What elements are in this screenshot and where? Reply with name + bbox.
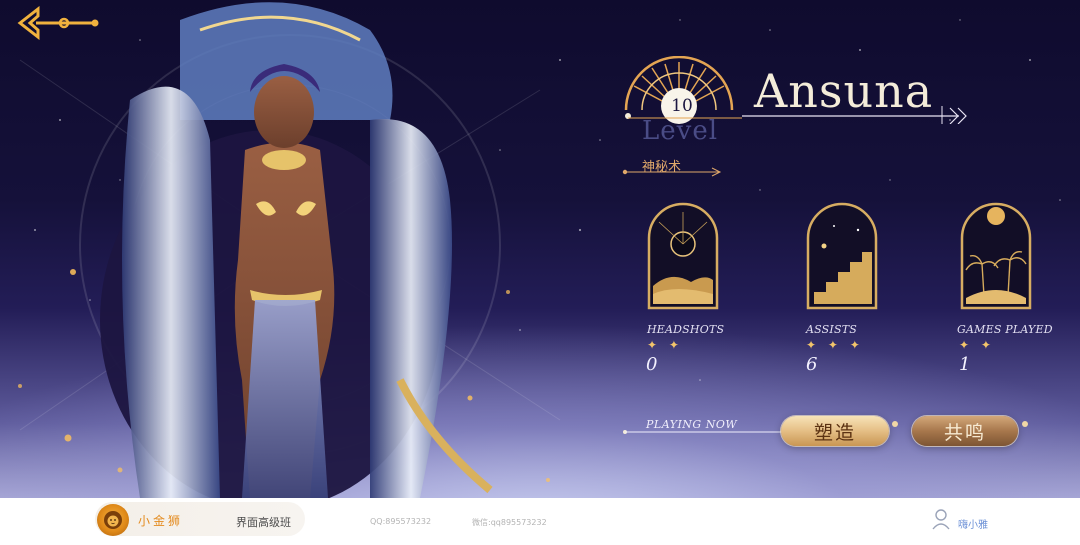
resonate-button-dot xyxy=(1022,421,1028,427)
footer-bar: 小金狮 界面高级班 QQ:895573232 微信:qq895573232 嗨小… xyxy=(0,498,1080,545)
lion-logo-icon xyxy=(97,504,129,536)
contact-wechat: 微信:qq895573232 xyxy=(472,518,547,527)
course-name: 界面高级班 xyxy=(236,516,291,529)
resonate-button[interactable]: 共鸣 xyxy=(912,416,1018,446)
sun-over-dunes-icon xyxy=(647,202,719,310)
stat-value-games-played: 1 xyxy=(959,354,971,375)
shape-button-dot xyxy=(892,421,898,427)
stat-stars-games-played: ✦ ✦ xyxy=(959,338,995,352)
user-icon xyxy=(932,509,950,530)
stat-value-assists: 6 xyxy=(806,354,818,375)
playing-now-line xyxy=(623,430,788,434)
character-illustration xyxy=(100,2,493,498)
stat-value-headshots: 0 xyxy=(646,354,658,375)
stat-label-games-played: GAMES PLAYED xyxy=(957,323,1053,336)
stat-label-assists: ASSISTS xyxy=(806,323,857,336)
palm-oasis-icon xyxy=(960,202,1032,310)
stat-label-headshots: HEADSHOTS xyxy=(647,323,725,336)
shape-button[interactable]: 塑造 xyxy=(781,416,889,446)
game-scene: 10 Level Ansuna 神秘术 HEADSHOTS ✦ ✦ 0 ASSI… xyxy=(0,0,1080,498)
user-name: 嗨小雅 xyxy=(958,520,988,531)
stat-stars-headshots: ✦ ✦ xyxy=(647,338,683,352)
subtitle-arrow-line xyxy=(622,167,722,177)
brand-name: 小金狮 xyxy=(138,514,184,528)
name-underline-arrow xyxy=(628,106,967,124)
stat-stars-assists: ✦ ✦ ✦ xyxy=(806,338,864,352)
contact-qq: QQ:895573232 xyxy=(370,517,432,526)
staircase-icon xyxy=(806,202,878,310)
